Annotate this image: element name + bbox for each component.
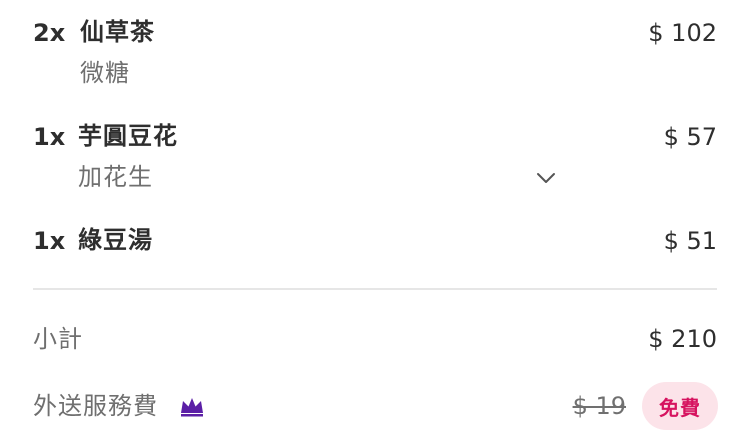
delivery-fee-label: 外送服務費 (33, 392, 158, 420)
item-quantity: 2x (33, 19, 66, 47)
item-quantity: 1x (33, 123, 66, 151)
item-name: 芋圓豆花 (78, 122, 178, 150)
item-name: 仙草茶 (80, 18, 155, 46)
item-quantity: 1x (33, 227, 66, 255)
free-badge: 免費 (642, 382, 718, 430)
crown-icon (181, 398, 203, 417)
item-price: $ 102 (648, 19, 717, 47)
item-price: $ 51 (663, 227, 717, 255)
delivery-fee-original: $ 19 (572, 392, 626, 420)
divider (33, 288, 717, 290)
item-option: 加花生 (78, 163, 153, 191)
chevron-down-icon[interactable] (534, 166, 558, 190)
item-name: 綠豆湯 (78, 226, 153, 254)
item-option: 微糖 (80, 59, 130, 87)
subtotal-label: 小計 (33, 325, 83, 353)
item-price: $ 57 (663, 123, 717, 151)
subtotal-value: $ 210 (648, 325, 717, 353)
